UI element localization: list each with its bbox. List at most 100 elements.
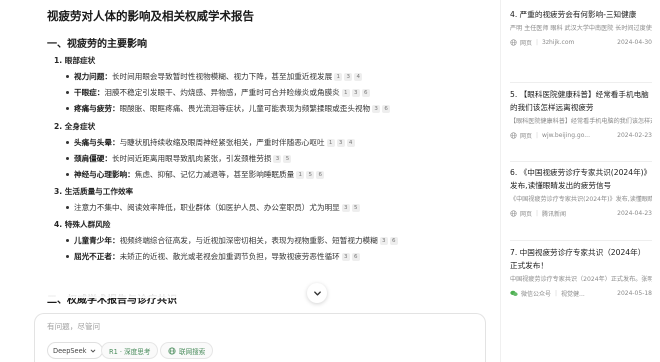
citation-badge[interactable]: 1	[296, 170, 305, 179]
list-item: 注意力不集中、阅读效率降低，职业群体（如医护人员、办公室职员）尤为明显 35	[66, 202, 360, 213]
item-term: 颈肩僵硬：	[74, 154, 112, 163]
chevron-down-icon	[90, 349, 95, 353]
citation-badge[interactable]: 3	[336, 138, 345, 147]
source-site: wjw.beijing.go...	[542, 132, 590, 139]
item-text: 长时间近距离用眼导致肌肉紧张，引发颈椎劳损	[111, 154, 272, 163]
source-card[interactable]: 7. 中国视疲劳诊疗专家共识（2024年）正式发布！ 中国视疲劳诊疗专家共识（2…	[510, 246, 652, 298]
list-item: 儿童青少年： 视频终端综合征高发，与近视加深密切相关，表现为视物重影、短暂视力模糊…	[66, 235, 398, 246]
doc-title: 视疲劳对人体的影响及相关权威学术报告	[47, 9, 254, 23]
citation-badge[interactable]: 3	[344, 72, 353, 81]
section-heading: 一、视疲劳的主要影响	[47, 39, 147, 50]
item-text: 焦虑、抑郁、记忆力减退等，甚至影响睡眠质量	[134, 170, 295, 179]
chat-input-placeholder[interactable]: 有问题，尽管问	[47, 321, 100, 332]
item-term: 儿童青少年：	[74, 236, 120, 245]
deep-think-label: R1 · 深度思考	[109, 347, 151, 356]
source-meta: 网页 | wjw.beijing.go... 2024-02-23	[510, 131, 652, 140]
citation-badge[interactable]: 3	[341, 203, 350, 212]
source-site: 3zhijk.com	[542, 39, 575, 46]
source-title[interactable]: 5. 【眼科医院健康科普】经常看手机电脑的我们该怎样远离视疲劳	[510, 88, 652, 114]
source-meta: 网页 | 3zhijk.com 2024-04-30	[510, 38, 652, 47]
chevron-down-icon	[313, 290, 321, 296]
source-card[interactable]: 5. 【眼科医院健康科普】经常看手机电脑的我们该怎样远离视疲劳 【眼科医院健康科…	[510, 88, 652, 140]
citation-badge[interactable]: 6	[361, 88, 370, 97]
list-item: 视力问题： 长时间用眼会导致暂时性视物模糊、视力下降，甚至加重近视发展 134	[66, 71, 363, 82]
wechat-icon	[510, 290, 518, 297]
item-text: 视频终端综合征高发，与近视加深密切相关，表现为视物重影、短暂视力模糊	[119, 236, 378, 245]
globe-icon	[510, 39, 517, 46]
source-title[interactable]: 4. 严重的视疲劳会有何影响-三知健康	[510, 8, 652, 21]
source-snippet: 严明 主任医师 眼科 武汉大学中南医院 长时间过度使用眼睛可能会导致视疲劳 给人…	[510, 25, 652, 32]
globe-icon	[510, 210, 517, 217]
item-term: 屈光不正者：	[74, 252, 120, 261]
divider	[510, 82, 652, 83]
source-snippet: 中国视疲劳诊疗专家共识（2024年）正式发布。张明昌 许梅萍 vision ch…	[510, 276, 652, 283]
citation-badge[interactable]: 6	[351, 252, 360, 261]
source-card[interactable]: 4. 严重的视疲劳会有何影响-三知健康 严明 主任医师 眼科 武汉大学中南医院 …	[510, 8, 652, 47]
source-site: 腾讯新闻	[542, 211, 567, 218]
list-item: 头痛与头晕： 与睫状肌持续收缩及眼周神经紧张相关，严重时伴随恶心呕吐 134	[66, 137, 355, 148]
globe-icon	[168, 346, 176, 355]
scroll-fade	[0, 272, 500, 298]
source-date: 2024-04-30	[617, 39, 652, 46]
item-text: 长时间用眼会导致暂时性视物模糊、视力下降，甚至加重近视发展	[111, 72, 333, 81]
item-text: 眼酸胀、眼眶疼痛、畏光流泪等症状，儿童可能表现为频繁揉眼或歪头视物	[119, 104, 371, 113]
citation-badge[interactable]: 3	[379, 236, 388, 245]
citation-badge[interactable]: 1	[334, 72, 343, 81]
model-label: DeepSeek	[53, 346, 87, 355]
group-heading: 1. 眼部症状	[54, 56, 96, 65]
item-term: 视力问题：	[74, 72, 112, 81]
citation-badge[interactable]: 5	[306, 170, 315, 179]
item-text: 未矫正的近视、散光或老视会加重调节负担，导致视疲劳恶性循环	[119, 252, 340, 261]
model-selector-button[interactable]: DeepSeek	[47, 342, 103, 359]
list-item: 神经与心理影响： 焦虑、抑郁、记忆力减退等，甚至影响睡眠质量 156	[66, 169, 325, 180]
citation-badge[interactable]: 3	[351, 88, 360, 97]
scroll-to-bottom-button[interactable]	[307, 283, 327, 303]
item-text: 注意力不集中、阅读效率降低，职业群体（如医护人员、办公室职员）尤为明显	[74, 203, 340, 212]
group-heading: 3. 生活质量与工作效率	[54, 187, 134, 196]
citation-badge[interactable]: 6	[389, 236, 398, 245]
item-text: 泪膜不稳定引发眼干、灼烧感、异物感，严重时可合并睑缘炎或角膜炎	[104, 88, 340, 97]
item-term: 神经与心理影响：	[74, 170, 135, 179]
source-type: 网页	[520, 211, 533, 218]
source-snippet: 【眼科医院健康科普】经常看手机电脑的我们该怎样远离视疲劳 发布日期2024-0.…	[510, 118, 652, 125]
item-term: 头痛与头晕：	[74, 138, 120, 147]
source-type: 微信公众号	[521, 291, 552, 298]
group-heading: 4. 特殊人群风险	[54, 220, 111, 229]
source-card[interactable]: 6. 《中国视疲劳诊疗专家共识(2024年)》发布,读懂眼睛发出的疲劳信号 《中…	[510, 166, 652, 218]
web-search-toggle[interactable]: 联网搜索	[160, 342, 214, 359]
item-text: 与睫状肌持续收缩及眼周神经紧张相关，严重时伴随恶心呕吐	[119, 138, 325, 147]
source-type: 网页	[520, 40, 533, 47]
source-date: 2024-04-23	[617, 210, 652, 217]
citation-badge[interactable]: 3	[273, 154, 282, 163]
source-site: 视觉健...	[561, 291, 585, 298]
divider	[510, 161, 652, 162]
list-item: 疼痛与疲劳： 眼酸胀、眼眶疼痛、畏光流泪等症状，儿童可能表现为频繁揉眼或歪头视物 …	[66, 103, 391, 114]
list-item: 颈肩僵硬： 长时间近距离用眼导致肌肉紧张，引发颈椎劳损 35	[66, 153, 292, 164]
item-term: 疼痛与疲劳：	[74, 104, 120, 113]
web-search-label: 联网搜索	[179, 347, 206, 356]
source-date: 2024-05-18	[617, 290, 652, 297]
citation-badge[interactable]: 4	[354, 72, 363, 81]
citation-badge[interactable]: 3	[341, 252, 350, 261]
citation-badge[interactable]: 1	[341, 88, 350, 97]
list-item: 屈光不正者： 未矫正的近视、散光或老视会加重调节负担，导致视疲劳恶性循环 36	[66, 251, 360, 262]
source-meta: 微信公众号 | 视觉健... 2024-05-18	[510, 289, 652, 298]
list-item: 干眼症： 泪膜不稳定引发眼干、灼烧感、异物感，严重时可合并睑缘炎或角膜炎 136	[66, 87, 370, 98]
citation-badge[interactable]: 1	[326, 138, 335, 147]
chat-panel: 视疲劳对人体的影响及相关权威学术报告 一、视疲劳的主要影响 1. 眼部症状 视力…	[0, 0, 500, 362]
citation-badge[interactable]: 6	[316, 170, 325, 179]
citation-badge[interactable]: 6	[382, 104, 391, 113]
divider	[510, 240, 652, 241]
source-title[interactable]: 6. 《中国视疲劳诊疗专家共识(2024年)》发布,读懂眼睛发出的疲劳信号	[510, 166, 652, 192]
chat-input-box[interactable]: 有问题，尽管问 DeepSeek R1 · 深度思考 联网搜索	[34, 313, 486, 362]
item-term: 干眼症：	[74, 88, 105, 97]
globe-icon	[510, 132, 517, 139]
deep-think-toggle[interactable]: R1 · 深度思考	[101, 342, 159, 359]
source-title[interactable]: 7. 中国视疲劳诊疗专家共识（2024年）正式发布！	[510, 246, 652, 272]
citation-badge[interactable]: 3	[372, 104, 381, 113]
citation-badge[interactable]: 4	[346, 138, 355, 147]
group-heading: 2. 全身症状	[54, 122, 96, 131]
citation-badge[interactable]: 5	[283, 154, 292, 163]
citation-badge[interactable]: 5	[351, 203, 360, 212]
source-date: 2024-02-23	[617, 132, 652, 139]
